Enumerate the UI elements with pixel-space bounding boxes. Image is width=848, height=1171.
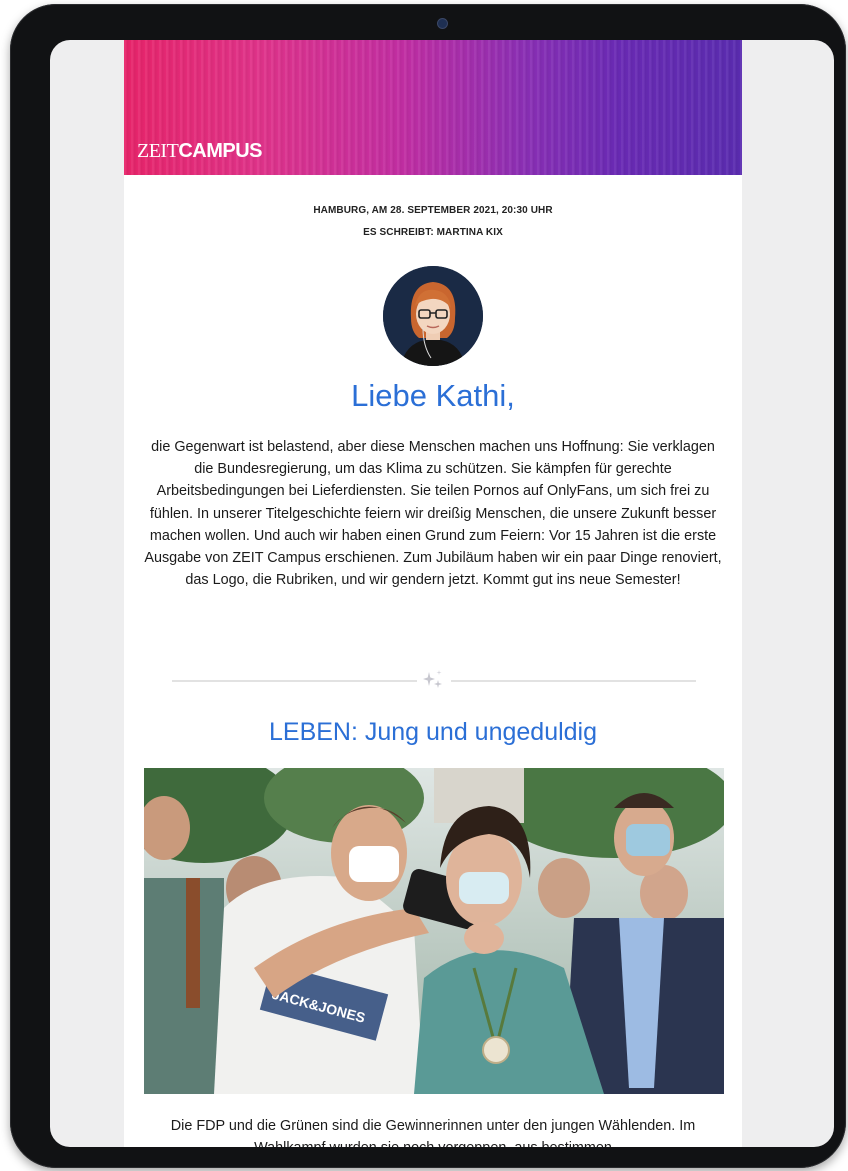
logo-part-campus: CAMPUS [178,140,262,162]
photo-caption: Die FDP und die Grünen sind die Gewinner… [170,1118,696,1147]
sparkle-icon [420,668,446,692]
tablet-screen: ZEITCAMPUS HAMBURG, AM 28. SEPTEMBER 202… [50,40,834,1147]
author-avatar [383,266,483,366]
newsletter-email[interactable]: ZEITCAMPUS HAMBURG, AM 28. SEPTEMBER 202… [124,40,742,1147]
section-title-link[interactable]: LEBEN: Jung und ungeduldig [124,718,742,747]
zeit-campus-logo[interactable]: ZEITCAMPUS [137,140,262,163]
divider-left [172,680,417,682]
byline: ES SCHREIBT: MARTINA KIX [363,227,503,238]
tablet-frame: ZEITCAMPUS HAMBURG, AM 28. SEPTEMBER 202… [10,4,846,1168]
dateline: HAMBURG, AM 28. SEPTEMBER 2021, 20:30 UH… [313,205,553,216]
intro-paragraph: die Gegenwart ist belastend, aber diese … [144,439,722,589]
logo-part-zeit: ZEIT [137,140,179,162]
article-photo[interactable]: JACK&JONES [144,768,724,1094]
greeting-heading: Liebe Kathi, [351,378,515,413]
author-portrait [383,266,483,366]
header-banner: ZEITCAMPUS [124,40,742,175]
camera-dot-icon [437,18,448,29]
divider-right [451,680,696,682]
crowd-selfie-illustration: JACK&JONES [144,768,724,1094]
